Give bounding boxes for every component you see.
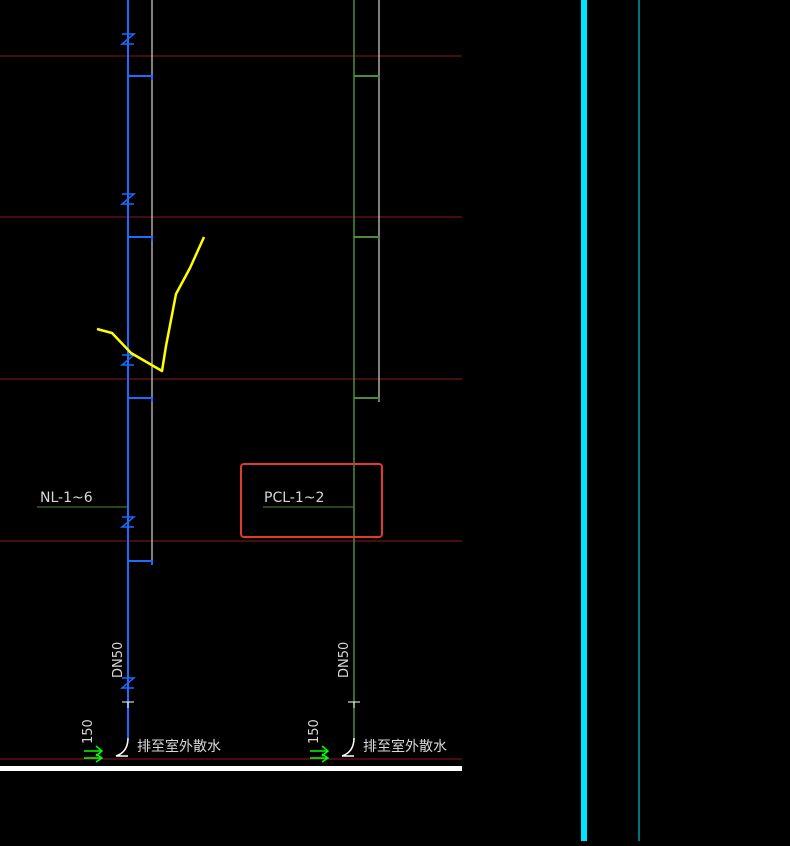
- cad-drawing-canvas: NL-1~6 PCL-1~2 DN50 DN50 150 150 排至室外散水 …: [0, 0, 790, 841]
- nl-branch: [128, 75, 153, 80]
- green-arrow-icon: [310, 745, 330, 763]
- pcl-branch: [354, 236, 380, 240]
- nl-cleanout-mark: [122, 701, 134, 708]
- nl-pipe-label: NL-1~6: [40, 490, 93, 506]
- pcl-pipe-label: PCL-1~2: [264, 490, 324, 506]
- nl-branch: [128, 560, 153, 565]
- pcl-cleanout-mark: [348, 701, 360, 708]
- dn-size-label-left: DN50: [111, 642, 126, 678]
- yellow-freehand-sketch: [96, 236, 206, 373]
- outlet-note-right: 排至室外散水: [363, 738, 447, 755]
- outlet-note-left: 排至室外散水: [137, 738, 221, 755]
- pcl-branch: [354, 397, 380, 401]
- nl-outlet-bend: [115, 737, 129, 757]
- ground-line: [0, 766, 462, 771]
- nl-branch: [128, 236, 153, 241]
- dn-size-label-right: DN50: [337, 642, 352, 678]
- pcl-outlet-bend: [341, 737, 355, 757]
- nl-branch: [128, 397, 153, 402]
- drainage-riser-diagram: NL-1~6 PCL-1~2 DN50 DN50 150 150 排至室外散水 …: [0, 0, 640, 841]
- green-arrow-icon: [84, 745, 104, 763]
- dimension-label-right: 150: [307, 719, 322, 744]
- pcl-branch: [354, 75, 380, 79]
- dimension-label-left: 150: [81, 719, 96, 744]
- floor-lines: [0, 55, 462, 760]
